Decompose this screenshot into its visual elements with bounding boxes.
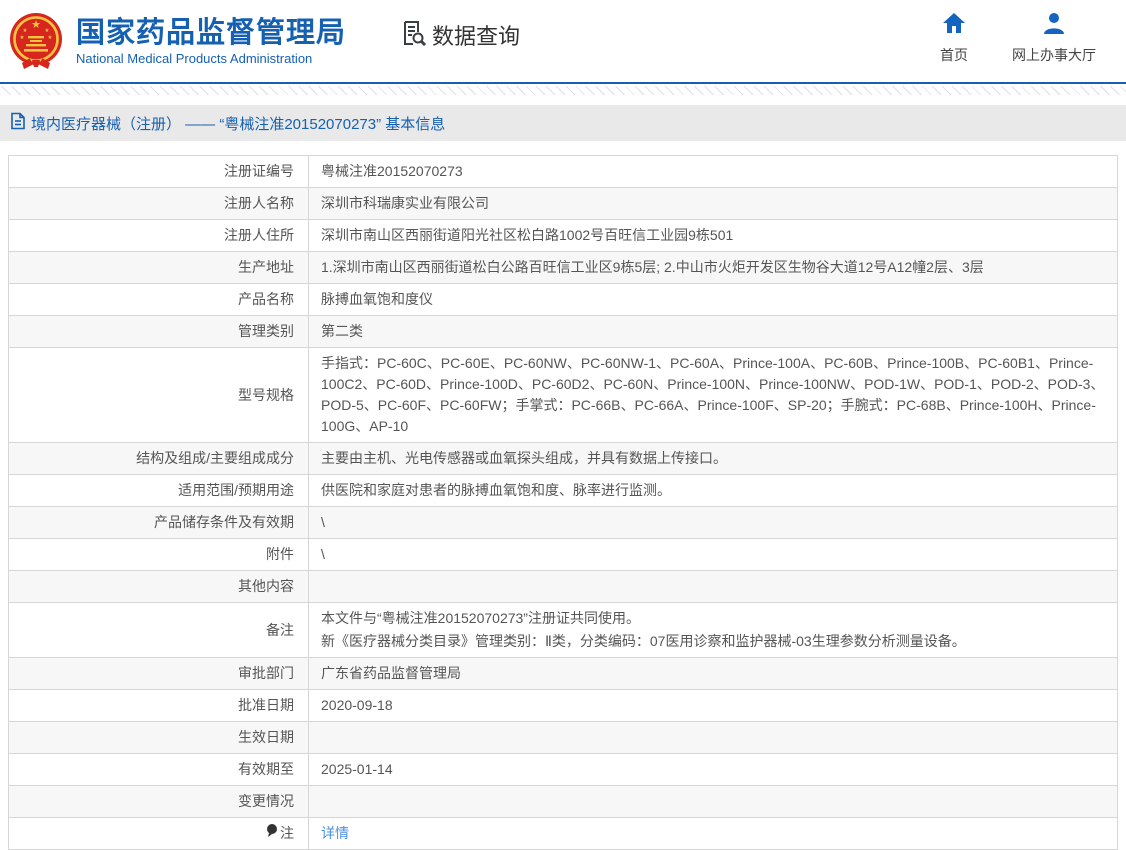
breadcrumb-text: 境内医疗器械（注册） —— “粤械注准20152070273” 基本信息 [31, 113, 445, 134]
nav-item-label: 网上办事大厅 [1012, 45, 1096, 65]
svg-text:★: ★ [20, 35, 25, 41]
table-row: 注册人名称 深圳市科瑞康实业有限公司 [9, 188, 1118, 220]
registration-info-table: 注册证编号 粤械注准20152070273 注册人名称 深圳市科瑞康实业有限公司… [8, 155, 1118, 850]
home-icon [942, 12, 966, 39]
field-value: 深圳市南山区西丽街道阳光社区松白路1002号百旺信工业园9栋501 [309, 220, 1118, 252]
org-name-zh: 国家药品监督管理局 [76, 17, 346, 49]
page-header: ★ ★ ★ ★ ★ 国家药品监督管理局 National Medical Pro… [0, 0, 1126, 84]
data-query-icon [398, 18, 428, 53]
data-query-tab[interactable]: 数据查询 [398, 18, 520, 53]
field-value: 供医院和家庭对患者的脉搏血氧饱和度、脉率进行监测。 [309, 475, 1118, 507]
field-value: 主要由主机、光电传感器或血氧探头组成，并具有数据上传接口。 [309, 443, 1118, 475]
table-row: 其他内容 [9, 571, 1118, 603]
field-value: 广东省药品监督管理局 [309, 658, 1118, 690]
field-label: 注册人住所 [9, 220, 309, 252]
svg-text:★: ★ [48, 35, 53, 41]
svg-text:★: ★ [31, 19, 41, 31]
field-value: 第二类 [309, 316, 1118, 348]
note-icon [266, 823, 278, 844]
nav-item-service-hall[interactable]: 网上办事大厅 [1012, 12, 1096, 65]
table-row: 有效期至 2025-01-14 [9, 754, 1118, 786]
table-row: 适用范围/预期用途 供医院和家庭对患者的脉搏血氧饱和度、脉率进行监测。 [9, 475, 1118, 507]
field-value: \ [309, 539, 1118, 571]
field-label: 生产地址 [9, 252, 309, 284]
top-nav: 首页 网上办事大厅 [940, 12, 1096, 65]
field-value: 本文件与“粤械注准20152070273”注册证共同使用。 新《医疗器械分类目录… [309, 603, 1118, 658]
field-label: 批准日期 [9, 690, 309, 722]
org-name-en: National Medical Products Administration [76, 51, 346, 66]
field-value: 深圳市科瑞康实业有限公司 [309, 188, 1118, 220]
breadcrumb: 境内医疗器械（注册） —— “粤械注准20152070273” 基本信息 [0, 105, 1126, 141]
field-label: 审批部门 [9, 658, 309, 690]
table-row: 备注 本文件与“粤械注准20152070273”注册证共同使用。 新《医疗器械分… [9, 603, 1118, 658]
field-label: 产品名称 [9, 284, 309, 316]
field-label: 管理类别 [9, 316, 309, 348]
table-row: 注 详情 [9, 818, 1118, 850]
nav-item-home[interactable]: 首页 [940, 12, 968, 65]
field-label: 注册证编号 [9, 156, 309, 188]
data-query-label: 数据查询 [432, 19, 520, 51]
org-title-block[interactable]: 国家药品监督管理局 National Medical Products Admi… [76, 17, 346, 66]
field-value: 手指式：PC-60C、PC-60E、PC-60NW、PC-60NW-1、PC-6… [309, 348, 1118, 443]
table-row: 结构及组成/主要组成成分 主要由主机、光电传感器或血氧探头组成，并具有数据上传接… [9, 443, 1118, 475]
svg-text:★: ★ [23, 28, 28, 34]
detail-link[interactable]: 详情 [321, 825, 349, 841]
table-row: 注册证编号 粤械注准20152070273 [9, 156, 1118, 188]
decorative-stripes [0, 86, 1126, 95]
field-value [309, 786, 1118, 818]
table-row: 生效日期 [9, 722, 1118, 754]
table-row: 管理类别 第二类 [9, 316, 1118, 348]
field-value [309, 722, 1118, 754]
field-label: 变更情况 [9, 786, 309, 818]
field-label: 有效期至 [9, 754, 309, 786]
person-icon [1042, 12, 1066, 39]
field-label: 生效日期 [9, 722, 309, 754]
field-label: 注 [9, 818, 309, 850]
field-label: 产品储存条件及有效期 [9, 507, 309, 539]
table-row: 变更情况 [9, 786, 1118, 818]
field-value: 粤械注准20152070273 [309, 156, 1118, 188]
table-row: 注册人住所 深圳市南山区西丽街道阳光社区松白路1002号百旺信工业园9栋501 [9, 220, 1118, 252]
field-label: 适用范围/预期用途 [9, 475, 309, 507]
table-row: 附件 \ [9, 539, 1118, 571]
remark-line-1: 本文件与“粤械注准20152070273”注册证共同使用。 [321, 608, 1105, 629]
note-label-text: 注 [280, 823, 294, 844]
document-icon [10, 112, 26, 134]
field-value: 2020-09-18 [309, 690, 1118, 722]
field-label: 附件 [9, 539, 309, 571]
field-value: 2025-01-14 [309, 754, 1118, 786]
field-label: 结构及组成/主要组成成分 [9, 443, 309, 475]
table-row: 产品储存条件及有效期 \ [9, 507, 1118, 539]
table-row: 产品名称 脉搏血氧饱和度仪 [9, 284, 1118, 316]
table-row: 审批部门 广东省药品监督管理局 [9, 658, 1118, 690]
nav-item-label: 首页 [940, 45, 968, 65]
field-value: \ [309, 507, 1118, 539]
remark-line-2: 新《医疗器械分类目录》管理类别：Ⅱ类，分类编码：07医用诊察和监护器械-03生理… [321, 631, 1105, 652]
field-label: 型号规格 [9, 348, 309, 443]
svg-text:★: ★ [45, 28, 50, 34]
national-emblem-logo[interactable]: ★ ★ ★ ★ ★ [8, 11, 64, 71]
field-label: 其他内容 [9, 571, 309, 603]
field-value: 脉搏血氧饱和度仪 [309, 284, 1118, 316]
table-row: 批准日期 2020-09-18 [9, 690, 1118, 722]
field-value [309, 571, 1118, 603]
field-label: 注册人名称 [9, 188, 309, 220]
field-value: 详情 [309, 818, 1118, 850]
table-row: 型号规格 手指式：PC-60C、PC-60E、PC-60NW、PC-60NW-1… [9, 348, 1118, 443]
field-label: 备注 [9, 603, 309, 658]
field-value: 1.深圳市南山区西丽街道松白公路百旺信工业区9栋5层; 2.中山市火炬开发区生物… [309, 252, 1118, 284]
table-row: 生产地址 1.深圳市南山区西丽街道松白公路百旺信工业区9栋5层; 2.中山市火炬… [9, 252, 1118, 284]
